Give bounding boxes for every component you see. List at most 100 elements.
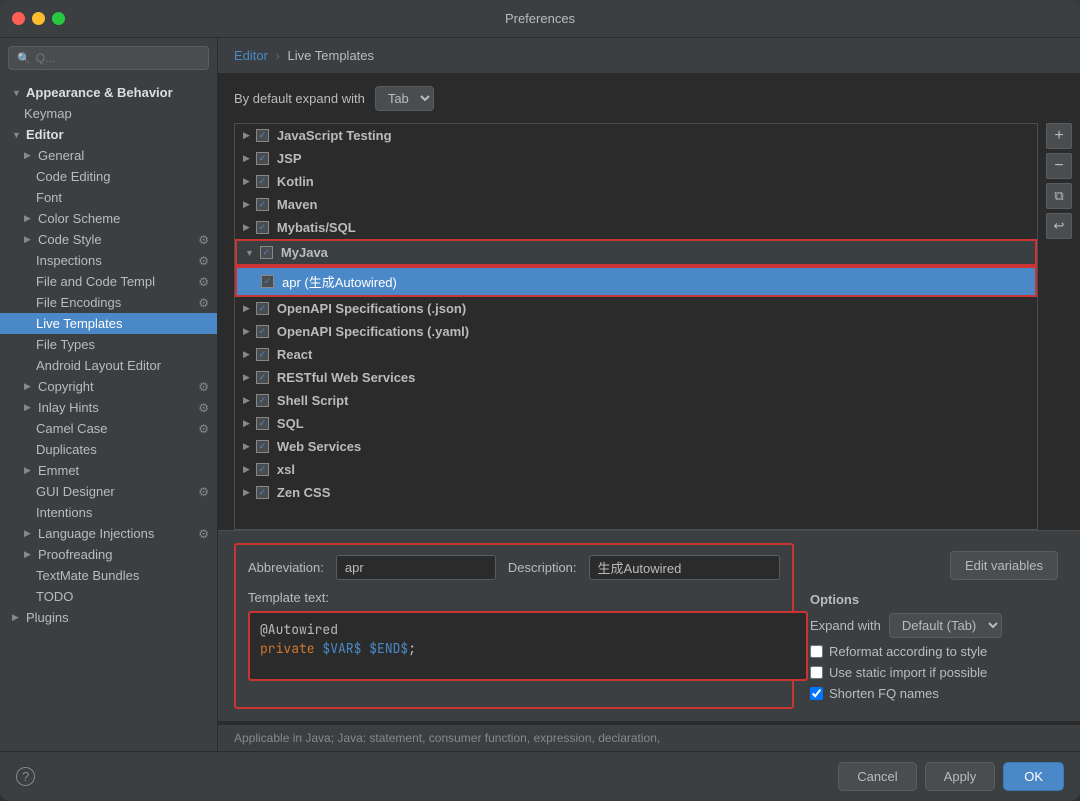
template-group-mybatis[interactable]: ▶ Mybatis/SQL bbox=[235, 216, 1037, 239]
abbr-row: Abbreviation: Description: bbox=[248, 555, 780, 580]
reset-button[interactable]: ↩ bbox=[1046, 213, 1072, 239]
chevron-right-icon: ▶ bbox=[243, 303, 250, 314]
abbreviation-label: Abbreviation: bbox=[248, 560, 324, 575]
ok-button[interactable]: OK bbox=[1003, 762, 1064, 791]
template-group-openapi-yaml[interactable]: ▶ OpenAPI Specifications (.yaml) bbox=[235, 320, 1037, 343]
template-group-js-testing[interactable]: ▶ JavaScript Testing bbox=[235, 124, 1037, 147]
checkbox-js-testing[interactable] bbox=[256, 129, 269, 142]
sidebar-item-keymap[interactable]: Keymap bbox=[0, 103, 217, 124]
checkbox-shell[interactable] bbox=[256, 394, 269, 407]
sidebar-item-android-layout[interactable]: Android Layout Editor bbox=[0, 355, 217, 376]
checkbox-web-services[interactable] bbox=[256, 440, 269, 453]
search-input[interactable] bbox=[36, 51, 200, 65]
template-group-sql[interactable]: ▶ SQL bbox=[235, 412, 1037, 435]
expand-select[interactable]: Tab bbox=[375, 86, 434, 111]
checkbox-kotlin[interactable] bbox=[256, 175, 269, 188]
cancel-button[interactable]: Cancel bbox=[838, 762, 916, 791]
sidebar-item-copyright[interactable]: ▶ Copyright ⚙ bbox=[0, 376, 217, 397]
static-import-label: Use static import if possible bbox=[829, 665, 987, 680]
sidebar-item-live-templates[interactable]: Live Templates bbox=[0, 313, 217, 334]
search-icon: 🔍 bbox=[17, 52, 31, 65]
template-group-restful[interactable]: ▶ RESTful Web Services bbox=[235, 366, 1037, 389]
sidebar-item-inspections[interactable]: Inspections ⚙ bbox=[0, 250, 217, 271]
sidebar-item-code-editing[interactable]: Code Editing bbox=[0, 166, 217, 187]
sidebar-item-plugins[interactable]: ▶ Plugins bbox=[0, 607, 217, 628]
sidebar-item-label: Code Style bbox=[38, 232, 102, 247]
footer: ? Cancel Apply OK bbox=[0, 751, 1080, 801]
template-group-shell[interactable]: ▶ Shell Script bbox=[235, 389, 1037, 412]
add-button[interactable]: + bbox=[1046, 123, 1072, 149]
search-box[interactable]: 🔍 bbox=[8, 46, 209, 70]
reformat-checkbox[interactable] bbox=[810, 645, 823, 658]
sidebar-item-file-code-templ[interactable]: File and Code Templ ⚙ bbox=[0, 271, 217, 292]
template-code-box[interactable]: @Autowired private $VAR$ $END$; bbox=[248, 611, 808, 681]
sidebar-item-language-injections[interactable]: ▶ Language Injections ⚙ bbox=[0, 523, 217, 544]
help-button[interactable]: ? bbox=[16, 769, 35, 784]
sidebar-item-intentions[interactable]: Intentions bbox=[0, 502, 217, 523]
template-group-kotlin[interactable]: ▶ Kotlin bbox=[235, 170, 1037, 193]
checkbox-myjava[interactable] bbox=[260, 246, 273, 259]
sidebar-item-inlay-hints[interactable]: ▶ Inlay Hints ⚙ bbox=[0, 397, 217, 418]
sidebar-item-gui-designer[interactable]: GUI Designer ⚙ bbox=[0, 481, 217, 502]
checkbox-sql[interactable] bbox=[256, 417, 269, 430]
template-item-apr[interactable]: apr (生成Autowired) bbox=[235, 266, 1037, 297]
group-label: Zen CSS bbox=[277, 485, 330, 500]
edit-variables-button[interactable]: Edit variables bbox=[950, 551, 1058, 580]
template-group-jsp[interactable]: ▶ JSP bbox=[235, 147, 1037, 170]
sidebar-item-label: Language Injections bbox=[38, 526, 154, 541]
sidebar-item-duplicates[interactable]: Duplicates bbox=[0, 439, 217, 460]
checkbox-xsl[interactable] bbox=[256, 463, 269, 476]
minimize-button[interactable] bbox=[32, 12, 45, 25]
checkbox-reformat: Reformat according to style bbox=[810, 644, 1058, 659]
template-group-openapi-json[interactable]: ▶ OpenAPI Specifications (.json) bbox=[235, 297, 1037, 320]
copy-button[interactable]: ⧉ bbox=[1046, 183, 1072, 209]
checkbox-openapi-json[interactable] bbox=[256, 302, 269, 315]
remove-button[interactable]: − bbox=[1046, 153, 1072, 179]
breadcrumb-editor[interactable]: Editor bbox=[234, 48, 268, 63]
sidebar-item-color-scheme[interactable]: ▶ Color Scheme bbox=[0, 208, 217, 229]
template-tree[interactable]: ▶ JavaScript Testing ▶ JSP bbox=[234, 123, 1038, 530]
code-line-2: private $VAR$ $END$; bbox=[260, 640, 796, 657]
template-group-zen-css[interactable]: ▶ Zen CSS bbox=[235, 481, 1037, 504]
chevron-right-icon: ▶ bbox=[243, 349, 250, 360]
sidebar-item-file-encodings[interactable]: File Encodings ⚙ bbox=[0, 292, 217, 313]
sidebar-item-textmate-bundles[interactable]: TextMate Bundles bbox=[0, 565, 217, 586]
checkbox-static-import: Use static import if possible bbox=[810, 665, 1058, 680]
main-content: 🔍 ▼ Appearance & Behavior Keymap ▼ Edito… bbox=[0, 38, 1080, 751]
close-button[interactable] bbox=[12, 12, 25, 25]
sidebar-item-todo[interactable]: TODO bbox=[0, 586, 217, 607]
maximize-button[interactable] bbox=[52, 12, 65, 25]
checkbox-openapi-yaml[interactable] bbox=[256, 325, 269, 338]
template-group-maven[interactable]: ▶ Maven bbox=[235, 193, 1037, 216]
sidebar-item-label: GUI Designer bbox=[36, 484, 115, 499]
sidebar-item-camel-case[interactable]: Camel Case ⚙ bbox=[0, 418, 217, 439]
checkbox-apr[interactable] bbox=[261, 275, 274, 288]
static-import-checkbox[interactable] bbox=[810, 666, 823, 679]
checkbox-maven[interactable] bbox=[256, 198, 269, 211]
checkbox-zen-css[interactable] bbox=[256, 486, 269, 499]
sidebar-item-label: Intentions bbox=[36, 505, 92, 520]
sidebar-item-appearance[interactable]: ▼ Appearance & Behavior bbox=[0, 82, 217, 103]
description-input[interactable] bbox=[589, 555, 780, 580]
template-group-react[interactable]: ▶ React bbox=[235, 343, 1037, 366]
shorten-fq-checkbox[interactable] bbox=[810, 687, 823, 700]
abbreviation-input[interactable] bbox=[336, 555, 496, 580]
sidebar-item-proofreading[interactable]: ▶ Proofreading bbox=[0, 544, 217, 565]
sidebar-item-file-types[interactable]: File Types bbox=[0, 334, 217, 355]
checkbox-jsp[interactable] bbox=[256, 152, 269, 165]
sidebar-item-general[interactable]: ▶ General bbox=[0, 145, 217, 166]
checkbox-mybatis[interactable] bbox=[256, 221, 269, 234]
question-mark-icon[interactable]: ? bbox=[16, 767, 35, 786]
apply-button[interactable]: Apply bbox=[925, 762, 996, 791]
template-group-myjava[interactable]: ▼ MyJava bbox=[235, 239, 1037, 266]
sidebar-item-font[interactable]: Font bbox=[0, 187, 217, 208]
sidebar-item-editor[interactable]: ▼ Editor bbox=[0, 124, 217, 145]
expand-with-select[interactable]: Default (Tab) bbox=[889, 613, 1002, 638]
template-group-web-services[interactable]: ▶ Web Services bbox=[235, 435, 1037, 458]
sidebar-item-code-style[interactable]: ▶ Code Style ⚙ bbox=[0, 229, 217, 250]
sidebar-item-emmet[interactable]: ▶ Emmet bbox=[0, 460, 217, 481]
template-group-xsl[interactable]: ▶ xsl bbox=[235, 458, 1037, 481]
checkbox-restful[interactable] bbox=[256, 371, 269, 384]
group-label: JavaScript Testing bbox=[277, 128, 392, 143]
checkbox-react[interactable] bbox=[256, 348, 269, 361]
